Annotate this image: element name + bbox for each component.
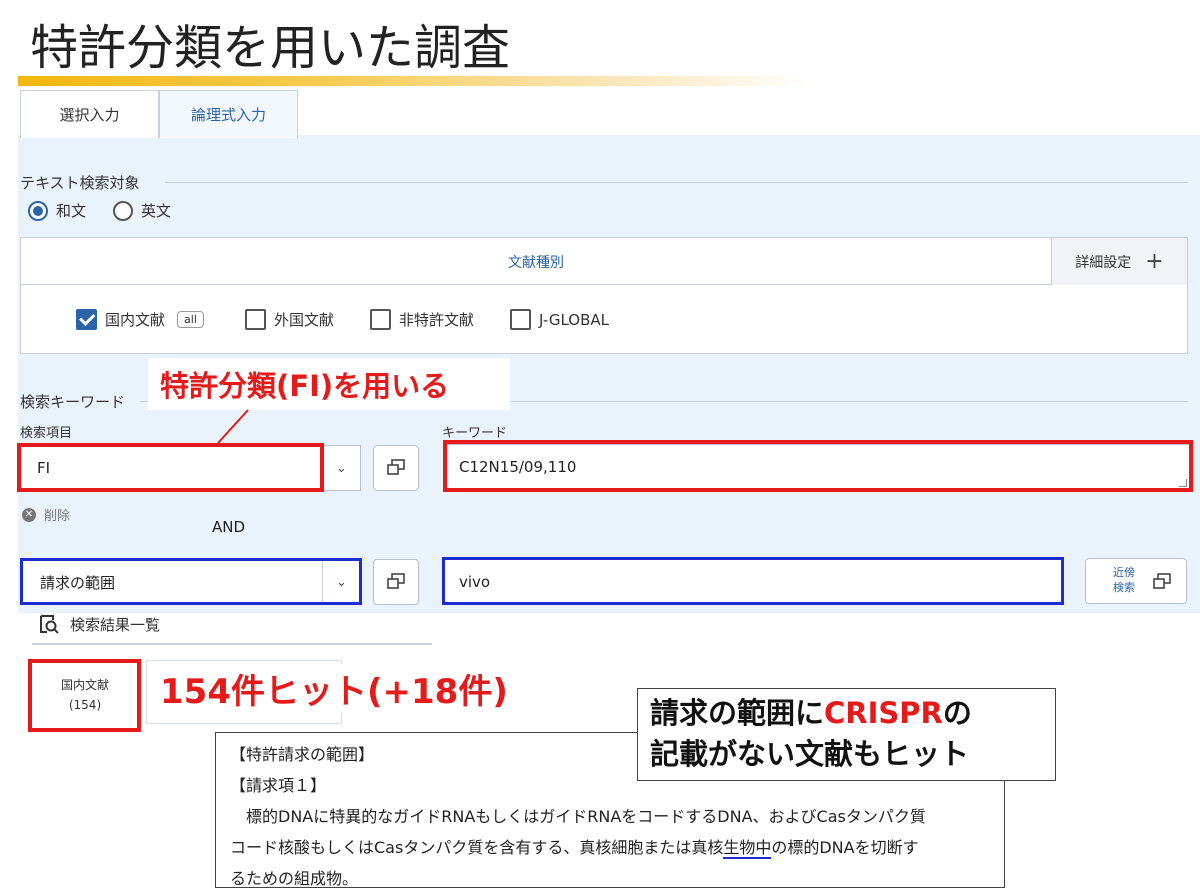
radio-japanese[interactable]: 和文	[28, 200, 86, 221]
checkbox-nonpatent[interactable]: 非特許文献	[370, 309, 474, 330]
chevron-down-icon: ⌄	[322, 560, 360, 604]
radio-selected-icon	[28, 200, 48, 221]
note-highlight: CRISPR	[824, 696, 943, 730]
detail-settings-label: 詳細設定	[1075, 254, 1132, 271]
title-rule	[18, 76, 808, 86]
results-divider	[32, 643, 432, 645]
near-search-label-2: 検索	[1113, 581, 1135, 594]
claim-line-3: るための組成物。	[230, 869, 359, 888]
copy-button-2[interactable]	[373, 559, 419, 605]
fi-callout: 特許分類(FI)を用いる	[148, 358, 510, 410]
domestic-count-card[interactable]: 国内文献 (154)	[30, 660, 140, 730]
checkbox-jglobal[interactable]: J-GLOBAL	[510, 309, 609, 330]
checkbox-foreign[interactable]: 外国文献	[245, 309, 334, 330]
claim-line-2: コード核酸もしくはCasタンパク質を含有する、真核細胞または真核生物中の標的DN…	[230, 832, 990, 863]
plus-icon: +	[1145, 248, 1164, 274]
note-line-1-prefix: 請求の範囲に	[650, 696, 825, 730]
note-line-1: 請求の範囲にCRISPRの	[650, 693, 1043, 734]
chevron-down-icon: ⌄	[322, 446, 360, 490]
slide-title: 特許分類を用いた調査	[30, 20, 511, 76]
checkbox-icon	[370, 309, 391, 330]
claim-line-1: 標的DNAに特異的なガイドRNAもしくはガイドRNAをコードするDNA、およびC…	[246, 807, 926, 826]
delete-label: 削除	[44, 509, 71, 524]
claim-line-2a: コード核酸もしくはCasタンパク質を含有する、真核細胞または真核	[230, 838, 724, 857]
text-target-label: テキスト検索対象	[20, 174, 140, 192]
count-card-value: (154)	[68, 698, 102, 712]
note-line-2: 記載がない文献もヒット	[650, 737, 970, 771]
radio-japanese-label: 和文	[56, 202, 87, 220]
near-search-button[interactable]: 近傍 検索	[1085, 558, 1187, 604]
radio-english-label: 英文	[141, 202, 172, 220]
divider	[165, 182, 1188, 183]
keyword-input-1[interactable]: C12N15/09,110	[444, 444, 1190, 490]
checkbox-domestic[interactable]: 国内文献 all	[76, 309, 204, 330]
keyword-section-label: 検索キーワード	[20, 393, 126, 411]
search-field-value-1: FI	[37, 459, 51, 477]
radio-unselected-icon	[113, 200, 133, 221]
hit-count-callout: 154件ヒット(+18件)	[160, 664, 508, 713]
checkbox-foreign-label: 外国文献	[274, 311, 335, 329]
delete-row-button[interactable]: ✕ 削除	[22, 505, 70, 524]
copy-button-1[interactable]	[373, 445, 419, 491]
tab-logic-input[interactable]: 論理式入力	[159, 90, 298, 138]
keyword-input-2[interactable]: vivo	[444, 559, 1062, 605]
tab-select-input[interactable]: 選択入力	[20, 90, 159, 138]
doc-type-header: 文献種別 詳細設定 +	[21, 238, 1187, 285]
search-field-select-2[interactable]: 請求の範囲 ⌄	[21, 559, 361, 605]
claim-line-2b: の標的DNAを切断す	[771, 838, 919, 857]
resize-handle-icon[interactable]	[1179, 479, 1187, 487]
count-card-label: 国内文献	[60, 678, 109, 692]
copy-icon	[387, 573, 405, 589]
note-line-1-suffix: の	[942, 696, 972, 730]
all-badge[interactable]: all	[177, 311, 204, 328]
keyword-value-1: C12N15/09,110	[459, 458, 577, 476]
results-tab[interactable]: 検索結果一覧	[38, 613, 160, 635]
note-callout: 請求の範囲にCRISPRの 記載がない文献もヒット	[637, 688, 1056, 781]
near-search-label-1: 近傍	[1113, 566, 1135, 579]
checkbox-icon	[510, 309, 531, 330]
copy-icon	[1153, 573, 1171, 589]
search-field-value-2: 請求の範囲	[40, 573, 116, 592]
keyword-label: キーワード	[442, 426, 508, 441]
search-field-select-1[interactable]: FI ⌄	[18, 445, 361, 491]
claim-underlined-term: 生物中	[723, 838, 772, 859]
delete-icon: ✕	[22, 507, 36, 522]
keyword-value-2: vivo	[459, 573, 491, 591]
radio-english[interactable]: 英文	[113, 200, 171, 221]
doc-type-title[interactable]: 文献種別	[21, 238, 1051, 285]
checkbox-checked-icon	[76, 309, 97, 330]
near-search-label: 近傍 検索	[1104, 565, 1144, 595]
copy-icon	[387, 459, 405, 475]
doc-type-box: 文献種別 詳細設定 + 国内文献 all 外国文献 非特許文献 J-GLOBAL	[20, 237, 1188, 354]
operator-label: AND	[212, 518, 246, 536]
search-field-label: 検索項目	[20, 426, 73, 441]
checkbox-nonpatent-label: 非特許文献	[399, 311, 475, 329]
checkbox-jglobal-label: J-GLOBAL	[539, 310, 610, 329]
detail-settings-button[interactable]: 詳細設定 +	[1051, 238, 1187, 285]
search-results-icon	[40, 615, 59, 634]
results-tab-label: 検索結果一覧	[70, 615, 161, 634]
checkbox-icon	[245, 309, 266, 330]
checkbox-domestic-label: 国内文献	[105, 311, 166, 329]
